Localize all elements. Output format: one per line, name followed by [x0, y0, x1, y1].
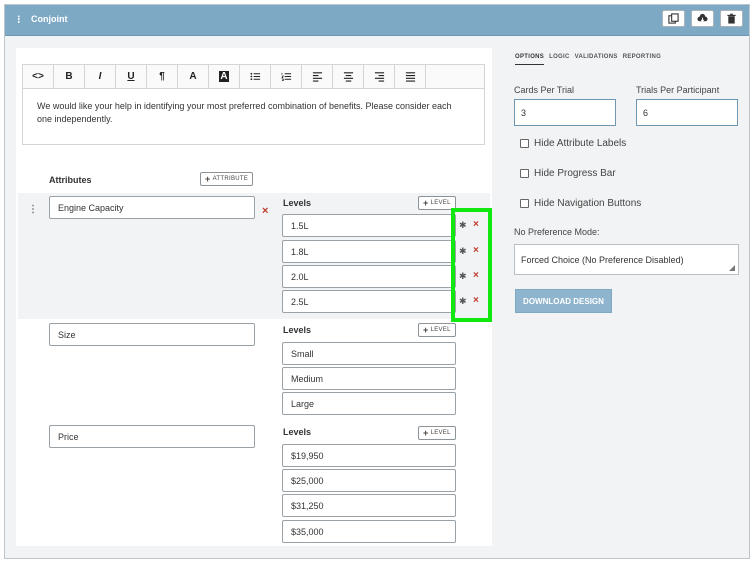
- bulleted-list-button[interactable]: [240, 65, 271, 88]
- level-input[interactable]: 2.5L: [282, 290, 456, 313]
- level-input[interactable]: 1.8L: [282, 240, 456, 263]
- align-left-icon: [312, 72, 322, 82]
- align-center-icon: [343, 72, 353, 82]
- drag-handle-icon[interactable]: ⋮: [28, 204, 38, 215]
- cards-per-trial-label: Cards Per Trial: [514, 85, 575, 95]
- no-preference-mode-select[interactable]: Forced Choice (No Preference Disabled): [514, 244, 739, 275]
- hide-progress-bar-checkbox[interactable]: Hide Progress Bar: [520, 168, 616, 179]
- checkbox-box[interactable]: [520, 169, 529, 178]
- gear-icon[interactable]: ✱: [459, 246, 467, 257]
- align-right-icon: [374, 72, 384, 82]
- level-input[interactable]: 2.0L: [282, 265, 456, 288]
- download-design-button[interactable]: DOWNLOAD DESIGN: [515, 289, 612, 313]
- bulleted-list-icon: [249, 72, 260, 81]
- remove-attribute-icon[interactable]: ×: [262, 205, 268, 217]
- font-color-button[interactable]: A: [178, 65, 209, 88]
- gear-icon[interactable]: ✱: [459, 220, 467, 231]
- bold-button[interactable]: B: [54, 65, 85, 88]
- gear-icon[interactable]: ✱: [459, 296, 467, 307]
- tab-validations[interactable]: VALIDATIONS: [575, 48, 618, 68]
- attribute-name-input[interactable]: Engine Capacity: [49, 196, 255, 219]
- gear-icon[interactable]: ✱: [459, 271, 467, 282]
- download-button[interactable]: [691, 10, 714, 27]
- remove-level-icon[interactable]: ×: [473, 295, 479, 306]
- remove-level-icon[interactable]: ×: [473, 270, 479, 281]
- checkbox-box[interactable]: [520, 199, 529, 208]
- tab-reporting[interactable]: REPORTING: [623, 48, 661, 68]
- no-preference-mode-label: No Preference Mode:: [514, 227, 600, 237]
- plus-icon: +: [423, 325, 429, 335]
- plus-icon: +: [423, 198, 429, 208]
- tab-logic[interactable]: LOGIC: [549, 48, 570, 68]
- level-input[interactable]: Medium: [282, 367, 456, 390]
- highlight-box: [451, 208, 492, 322]
- level-input[interactable]: Small: [282, 342, 456, 365]
- trials-per-participant-input[interactable]: 6: [636, 99, 738, 126]
- align-justify-button[interactable]: [395, 65, 426, 88]
- align-justify-icon: [405, 72, 415, 82]
- level-input[interactable]: 1.5L: [282, 214, 456, 237]
- plus-icon: +: [423, 428, 429, 438]
- remove-level-icon[interactable]: ×: [473, 245, 479, 256]
- paragraph-button[interactable]: ¶: [147, 65, 178, 88]
- panel-header: ⁝ Conjoint: [5, 5, 749, 36]
- levels-heading: Levels: [283, 198, 312, 208]
- align-right-button[interactable]: [364, 65, 395, 88]
- level-input[interactable]: $35,000: [282, 520, 456, 543]
- trials-per-participant-label: Trials Per Participant: [636, 85, 720, 95]
- align-center-button[interactable]: [333, 65, 364, 88]
- hide-attribute-labels-checkbox[interactable]: Hide Attribute Labels: [520, 138, 626, 149]
- delete-button[interactable]: [720, 10, 743, 27]
- rich-text-editor[interactable]: <> B I U ¶ A A We would like your help i…: [22, 64, 485, 145]
- levels-heading: Levels: [283, 325, 312, 335]
- add-level-button[interactable]: + LEVEL: [418, 426, 456, 440]
- level-input[interactable]: $19,950: [282, 444, 456, 467]
- cards-per-trial-input[interactable]: 3: [514, 99, 616, 126]
- tab-options[interactable]: OPTIONS: [515, 48, 545, 65]
- attribute-name-input[interactable]: Price: [49, 425, 255, 448]
- panel-title: Conjoint: [31, 14, 68, 24]
- attributes-heading: Attributes: [49, 175, 92, 185]
- attribute-name-input[interactable]: Size: [49, 323, 255, 346]
- editor-toolbar: <> B I U ¶ A A: [23, 65, 484, 89]
- background-color-button[interactable]: A: [209, 65, 240, 88]
- level-input[interactable]: $25,000: [282, 469, 456, 492]
- copy-icon: [668, 13, 679, 24]
- add-attribute-button[interactable]: + ATTRIBUTE: [200, 172, 254, 186]
- italic-button[interactable]: I: [85, 65, 116, 88]
- level-input[interactable]: $31,250: [282, 494, 456, 517]
- numbered-list-icon: [280, 72, 291, 81]
- question-text[interactable]: We would like your help in identifying y…: [37, 100, 467, 126]
- plus-icon: +: [205, 174, 211, 184]
- cloud-download-icon: [697, 13, 708, 22]
- source-code-button[interactable]: <>: [23, 65, 54, 88]
- levels-heading: Levels: [283, 427, 312, 437]
- drag-handle-icon[interactable]: ⁝: [17, 13, 21, 26]
- align-left-button[interactable]: [302, 65, 333, 88]
- checkbox-box[interactable]: [520, 139, 529, 148]
- copy-button[interactable]: [662, 10, 685, 27]
- add-level-button[interactable]: + LEVEL: [418, 323, 456, 337]
- sidebar-tabs: OPTIONS LOGIC VALIDATIONS REPORTING: [509, 48, 744, 68]
- question-editor: <> B I U ¶ A A We would like your help i…: [16, 48, 492, 546]
- hide-navigation-buttons-checkbox[interactable]: Hide Navigation Buttons: [520, 198, 641, 209]
- resize-corner-icon: [729, 265, 735, 271]
- level-input[interactable]: Large: [282, 392, 456, 415]
- remove-level-icon[interactable]: ×: [473, 219, 479, 230]
- underline-button[interactable]: U: [116, 65, 147, 88]
- numbered-list-button[interactable]: [271, 65, 302, 88]
- trash-icon: [727, 13, 736, 24]
